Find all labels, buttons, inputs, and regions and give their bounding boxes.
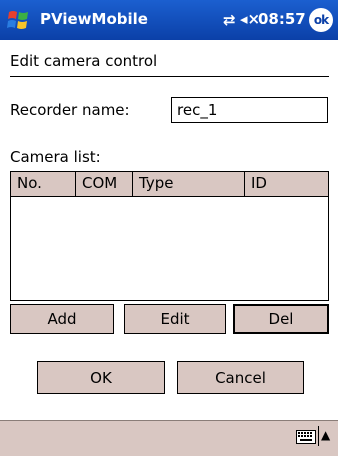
edit-button[interactable]: Edit xyxy=(124,304,226,334)
del-button[interactable]: Del xyxy=(233,304,329,334)
cancel-button[interactable]: Cancel xyxy=(177,361,304,394)
keyboard-icon[interactable] xyxy=(296,430,316,444)
column-header-type[interactable]: Type xyxy=(133,172,245,196)
page-title: Edit camera control xyxy=(10,52,158,70)
ok-button[interactable]: OK xyxy=(37,361,165,394)
camera-list[interactable]: No. COM Type ID xyxy=(10,171,329,301)
camera-list-header: No. COM Type ID xyxy=(11,172,328,197)
clock[interactable]: 08:57 xyxy=(258,10,306,28)
input-panel-divider xyxy=(318,426,319,446)
windows-start-icon[interactable] xyxy=(6,8,32,32)
title-bar: PViewMobile ⇄ ◂× 08:57 ok xyxy=(0,0,338,40)
recorder-name-label: Recorder name: xyxy=(10,101,130,119)
recorder-name-input[interactable] xyxy=(171,97,328,123)
column-header-id[interactable]: ID xyxy=(245,172,328,196)
ok-title-button[interactable]: ok xyxy=(309,8,333,32)
add-button[interactable]: Add xyxy=(10,304,114,334)
column-header-com[interactable]: COM xyxy=(76,172,133,196)
column-header-no[interactable]: No. xyxy=(11,172,76,196)
app-title: PViewMobile xyxy=(40,10,148,28)
up-arrow-icon[interactable]: ▲ xyxy=(321,428,330,442)
connectivity-icon[interactable]: ⇄ xyxy=(223,11,236,29)
camera-list-label: Camera list: xyxy=(10,148,101,166)
title-divider xyxy=(10,76,329,77)
menu-bar xyxy=(0,420,338,456)
